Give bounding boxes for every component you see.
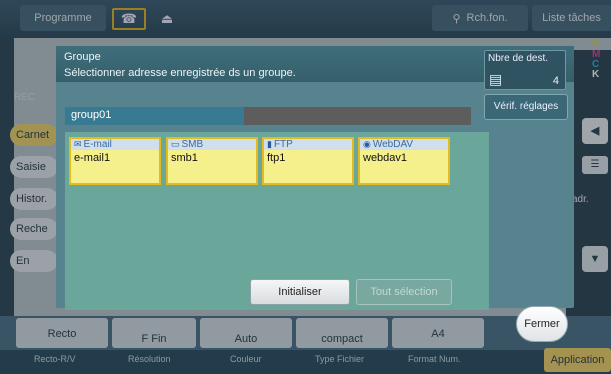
address-card-ftp[interactable]: ▮ FTP ftp1: [262, 137, 354, 185]
group-name: group01: [71, 109, 112, 121]
destination-list-icon: ▤: [489, 71, 503, 87]
reset-button[interactable]: Initialiser: [250, 279, 350, 305]
card-value: smb1: [171, 152, 198, 164]
check-settings-button[interactable]: Vérif. réglages: [484, 94, 568, 120]
computer-icon: ▭: [171, 139, 180, 149]
group-header-bar: group01: [65, 107, 471, 125]
globe-icon: ◉: [363, 139, 371, 149]
address-card-smb[interactable]: ▭ SMB smb1: [166, 137, 258, 185]
card-type-header: ✉ E-mail: [71, 139, 159, 150]
dialog-title: Groupe: [64, 51, 101, 63]
destination-count-label: Nbre de dest.: [488, 53, 549, 64]
card-value: webdav1: [363, 152, 408, 164]
group-dialog: Groupe Sélectionner adresse enregistrée …: [56, 46, 574, 310]
card-value: ftp1: [267, 152, 286, 164]
address-card-webdav[interactable]: ◉ WebDAV webdav1: [358, 137, 450, 185]
select-all-button[interactable]: Tout sélection: [356, 279, 452, 305]
destination-count-value: 4: [552, 75, 559, 87]
destination-count-box: Nbre de dest. ▤ 4: [484, 50, 566, 90]
address-card-email[interactable]: ✉ E-mail e-mail1: [69, 137, 161, 185]
card-type-header: ▭ SMB: [168, 139, 256, 150]
close-button[interactable]: Fermer: [516, 306, 568, 342]
card-type-header: ▮ FTP: [264, 139, 352, 150]
dialog-instruction: Sélectionner adresse enregistrée ds un g…: [64, 67, 296, 79]
card-value: e-mail1: [74, 152, 111, 164]
card-type-header: ◉ WebDAV: [360, 139, 448, 150]
server-icon: ▮: [267, 139, 272, 149]
envelope-icon: ✉: [74, 139, 82, 149]
